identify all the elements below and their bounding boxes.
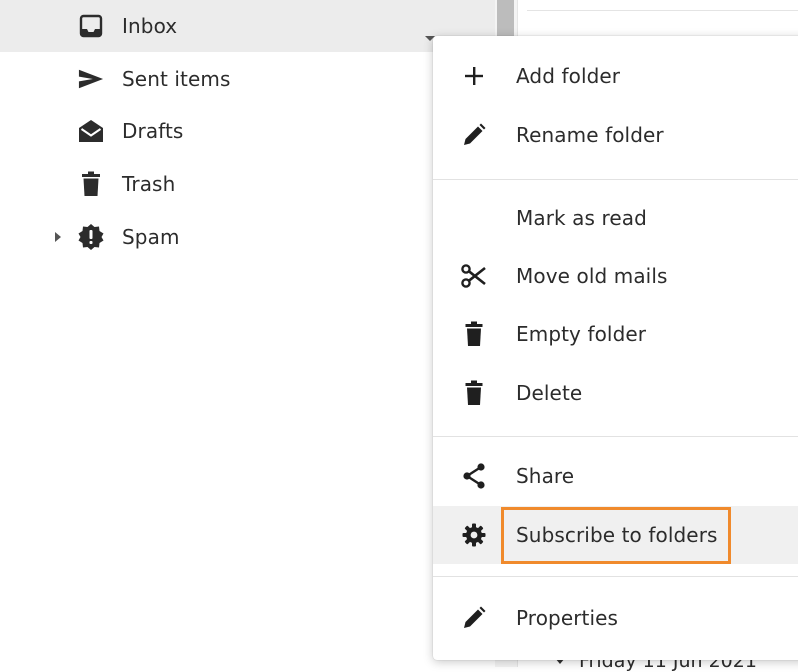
menu-item-properties[interactable]: Properties — [433, 589, 798, 647]
menu-item-subscribe-to-folders[interactable]: Subscribe to folders — [433, 506, 798, 564]
menu-item-label: Delete — [516, 381, 583, 405]
folder-item-inbox[interactable]: Inbox — [0, 0, 495, 52]
folder-label: Sent items — [122, 67, 231, 91]
folder-item-drafts[interactable]: Drafts — [0, 105, 495, 157]
menu-divider — [433, 179, 798, 180]
menu-item-label: Rename folder — [516, 123, 664, 147]
folder-tree: Inbox Sent items Drafts Trash Spam — [0, 0, 495, 667]
menu-item-mark-as-read[interactable]: Mark as read — [433, 189, 798, 247]
menu-divider — [433, 576, 798, 577]
menu-item-label: Add folder — [516, 64, 621, 88]
spam-badge-icon — [78, 211, 104, 263]
menu-item-label: Move old mails — [516, 264, 668, 288]
menu-item-add-folder[interactable]: Add folder — [433, 47, 798, 105]
menu-item-label: Subscribe to folders — [516, 523, 718, 547]
trash-icon — [459, 364, 489, 422]
pencil-icon — [459, 589, 489, 647]
trash-icon — [459, 305, 489, 363]
folder-item-spam[interactable]: Spam — [0, 211, 495, 263]
menu-item-move-old-mails[interactable]: Move old mails — [433, 247, 798, 305]
folder-context-menu: Add folder Rename folder Mark as read Mo… — [433, 36, 798, 660]
inbox-icon — [78, 0, 104, 52]
folder-item-sent-items[interactable]: Sent items — [0, 53, 495, 105]
menu-item-label: Mark as read — [516, 206, 647, 230]
share-icon — [459, 447, 489, 505]
gear-icon — [459, 506, 489, 564]
menu-divider — [433, 436, 798, 437]
trash-icon — [78, 158, 104, 210]
envelope-open-icon — [78, 105, 104, 157]
menu-item-empty-folder[interactable]: Empty folder — [433, 305, 798, 363]
menu-item-delete[interactable]: Delete — [433, 364, 798, 422]
scissors-icon — [459, 247, 489, 305]
menu-item-label: Properties — [516, 606, 619, 630]
folder-label: Spam — [122, 225, 180, 249]
divider — [527, 10, 798, 11]
menu-item-share[interactable]: Share — [433, 447, 798, 505]
menu-item-label: Share — [516, 464, 575, 488]
folder-label: Inbox — [122, 14, 178, 38]
folder-item-trash[interactable]: Trash — [0, 158, 495, 210]
plus-icon — [459, 47, 489, 105]
pencil-icon — [459, 106, 489, 164]
chevron-right-icon[interactable] — [53, 211, 63, 263]
send-icon — [78, 53, 104, 105]
folder-label: Trash — [122, 172, 176, 196]
menu-item-rename-folder[interactable]: Rename folder — [433, 106, 798, 164]
folder-label: Drafts — [122, 119, 184, 143]
menu-item-label: Empty folder — [516, 322, 647, 346]
